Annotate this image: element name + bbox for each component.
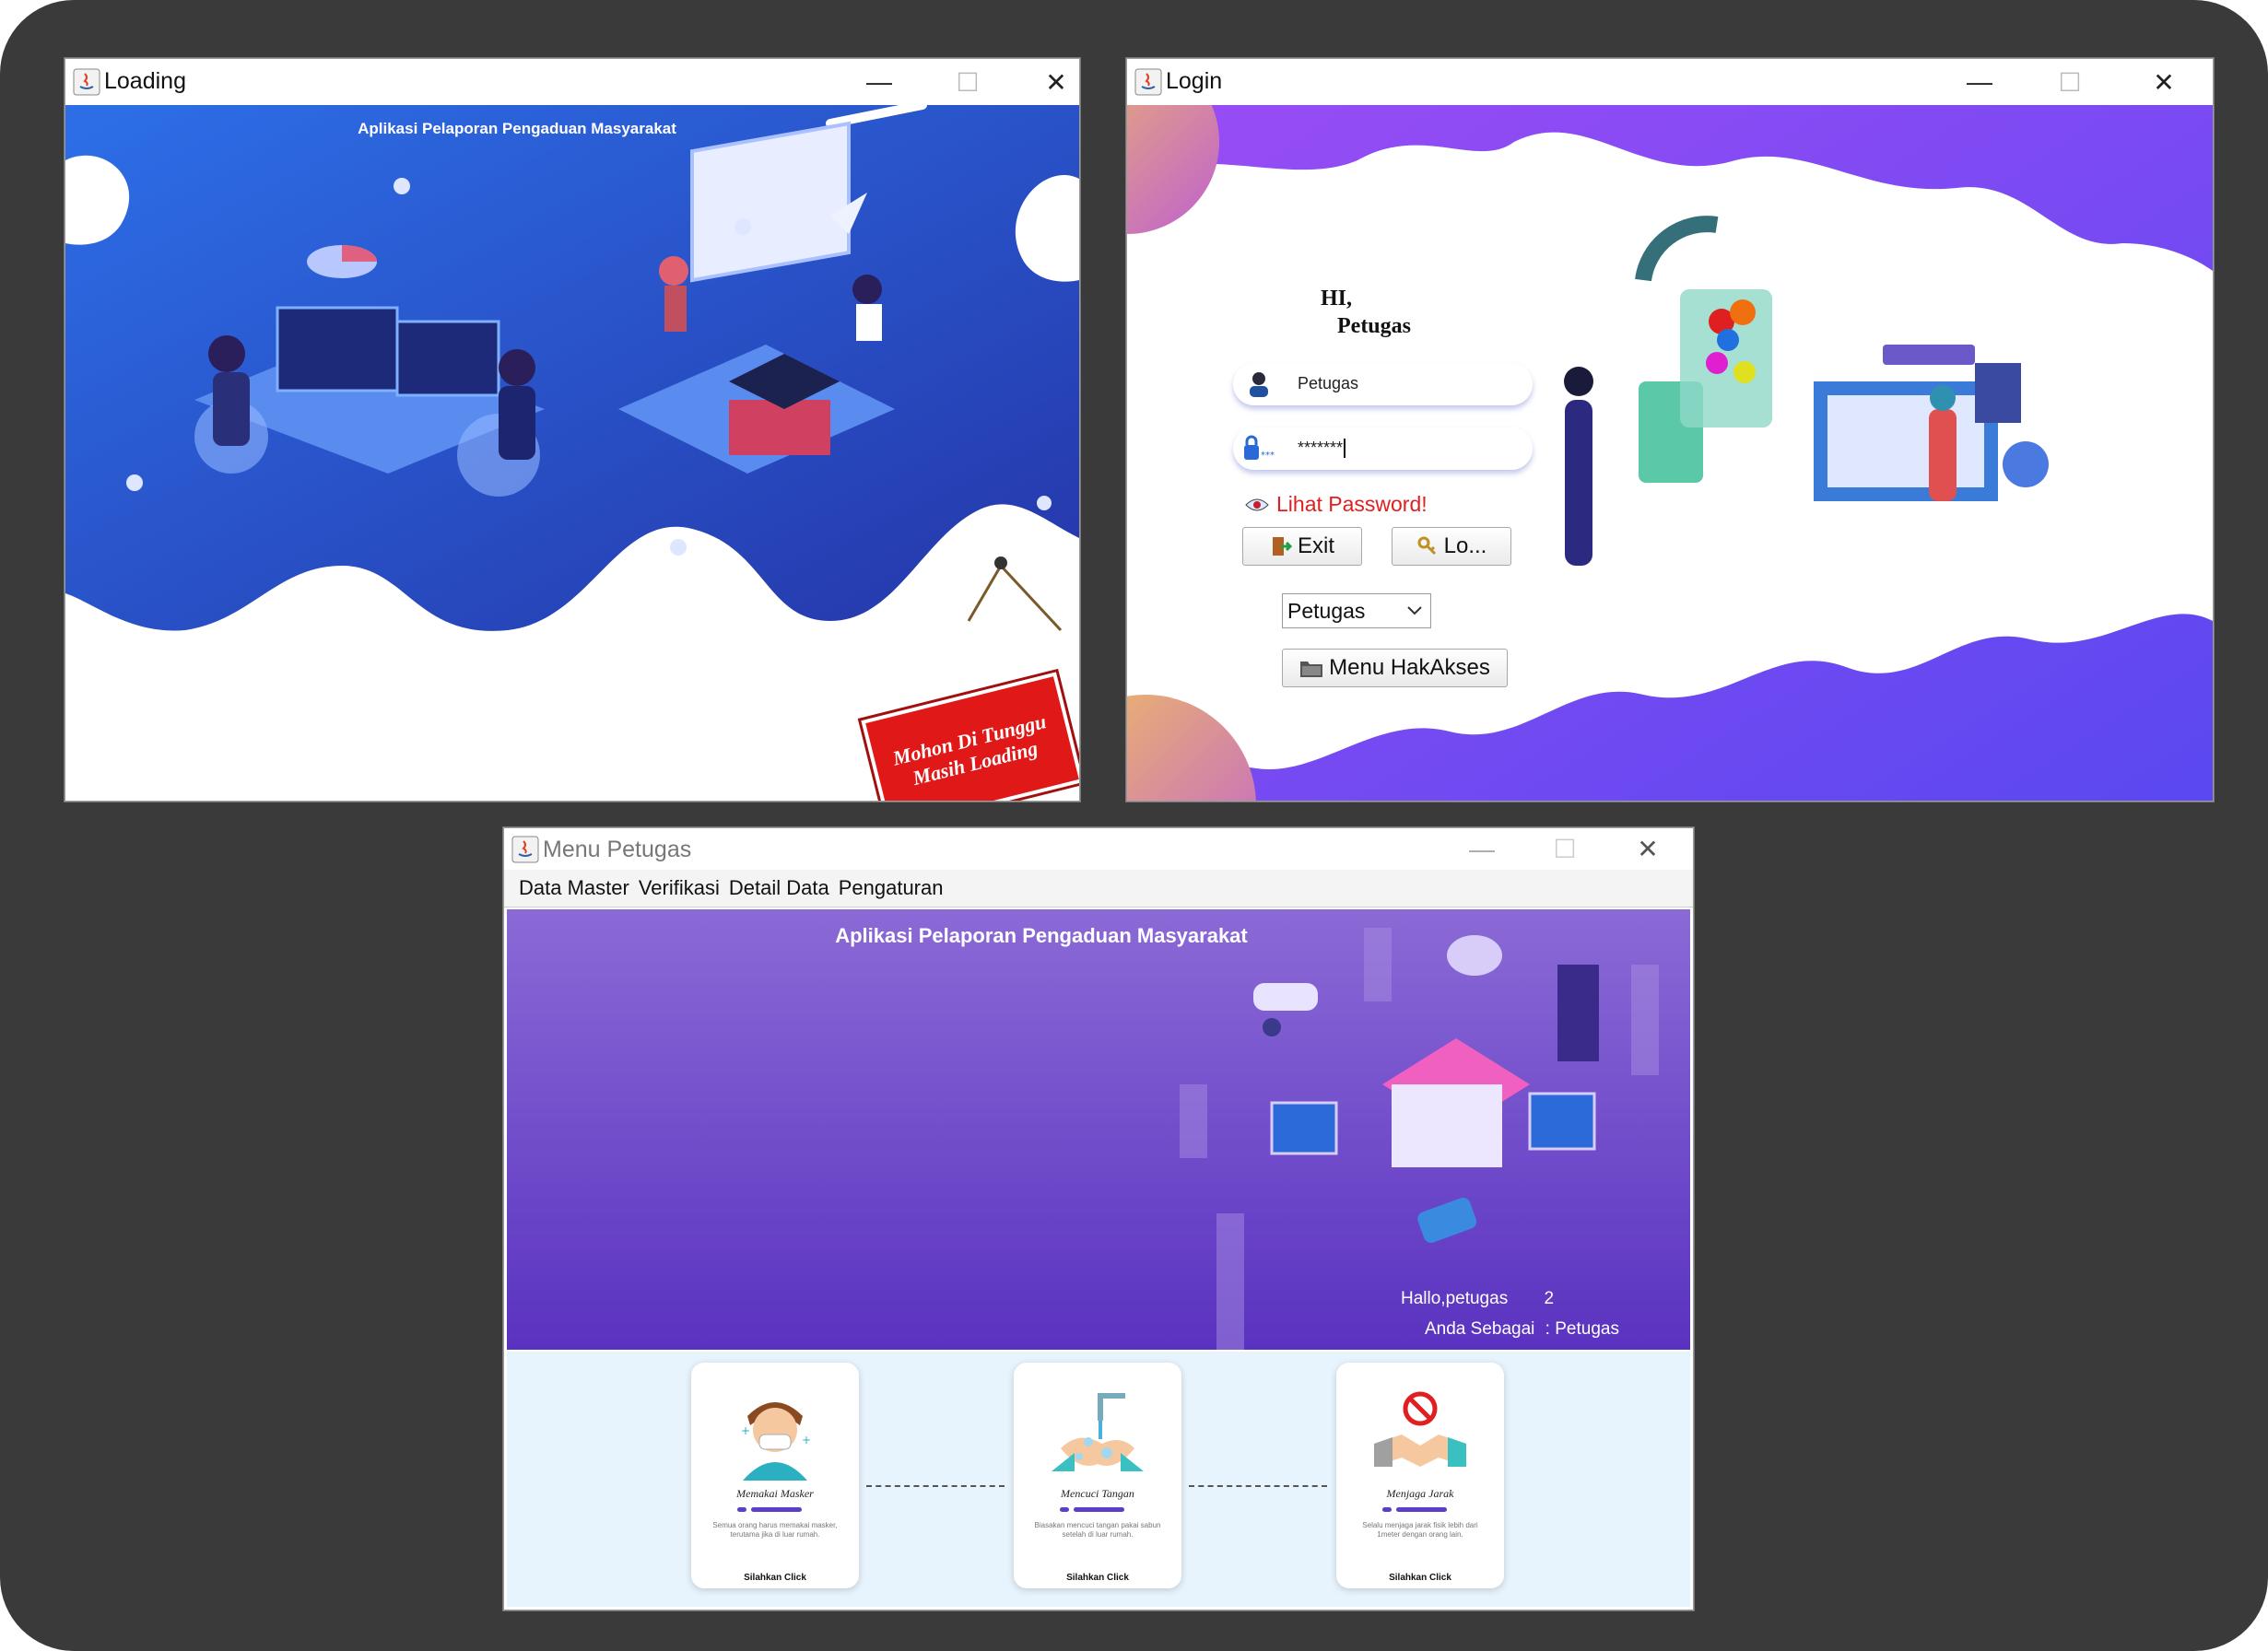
maximize-button[interactable]: ☐ [926,59,1009,105]
username-input[interactable]: Petugas [1298,374,1358,393]
minimize-button[interactable]: — [1440,828,1523,870]
role-label: Anda Sebagai [1425,1319,1535,1339]
show-password-label: Lihat Password! [1276,492,1428,516]
window-title: Loading [104,68,186,94]
loading-window: Loading — ☐ ✕ Aplikasi Pelaporan Pengadu… [65,58,1080,802]
card-divider [1074,1507,1124,1512]
hello-line: Hallo,petugas 2 [1401,1289,1554,1309]
smart-home-illustration [1180,928,1659,1350]
card-description: Biasakan mencuci tangan pakai sabun sete… [1034,1521,1161,1539]
window-title: Login [1166,68,1223,94]
password-input[interactable]: ******* [1298,439,1346,458]
hakakses-button[interactable]: Menu HakAkses [1282,649,1508,687]
hello-count: 2 [1544,1289,1555,1308]
card-description: Semua orang harus memakai masker, teruta… [712,1521,838,1539]
role-line: Anda Sebagai : Petugas [1425,1319,1619,1340]
login-label: Lo... [1443,533,1487,558]
greeting-line-1: HI, [1321,287,1353,310]
card-divider [1396,1507,1447,1512]
titlebar: Loading — ☐ ✕ [65,59,1079,105]
password-field[interactable]: *** ******* [1233,427,1533,470]
menu-pengaturan[interactable]: Pengaturan [839,876,944,900]
login-button[interactable]: Lo... [1392,527,1511,566]
java-icon [511,836,539,863]
tips-panel: + + Memakai Masker Semua orang harus mem… [507,1352,1690,1607]
exit-label: Exit [1297,533,1334,558]
folder-icon [1300,662,1323,677]
loading-background [65,105,1079,801]
eye-icon [1245,498,1269,510]
exit-door-icon [1272,537,1292,556]
loading-content: Aplikasi Pelaporan Pengaduan Masyarakat … [65,105,1079,801]
card-action[interactable]: Silahkan Click [1336,1573,1504,1583]
titlebar: Login — ☐ ✕ [1127,59,2213,105]
hello-label: Hallo,petugas [1401,1289,1509,1308]
role-value: : Petugas [1545,1319,1619,1339]
card-divider [737,1507,746,1512]
card-action[interactable]: Silahkan Click [691,1573,859,1583]
lock-icon: *** [1244,435,1275,461]
card-description: Selalu menjaga jarak fisik lebih dari 1m… [1362,1521,1478,1539]
maximize-button[interactable]: ☐ [2028,59,2111,105]
card-divider [1382,1507,1392,1512]
hand-washing-icon [1052,1393,1144,1471]
login-content: HI, Petugas Petugas *** ******* Lihat Pa… [1127,105,2213,801]
show-password-toggle[interactable]: Lihat Password! [1245,492,1428,517]
connector-line [1189,1485,1327,1487]
menu-data-master[interactable]: Data Master [519,876,629,900]
svg-text:+: + [741,1424,750,1437]
card-title: Menjaga Jarak [1386,1487,1454,1500]
close-button[interactable]: ✕ [2122,59,2205,105]
card-title: Memakai Masker [736,1487,814,1500]
menu-detail-data[interactable]: Detail Data [729,876,829,900]
mask-person-icon: + + [741,1402,811,1481]
close-button[interactable]: ✕ [1015,59,1079,105]
svg-text:***: *** [1261,451,1275,461]
user-icon [1250,372,1268,397]
java-icon [73,68,100,96]
card-title: Mencuci Tangan [1061,1487,1134,1500]
card-menjaga-jarak[interactable]: Menjaga Jarak Selalu menjaga jarak fisik… [1336,1363,1504,1588]
key-icon [1417,536,1436,556]
maximize-button[interactable]: ☐ [1523,828,1606,870]
loading-app-title: Aplikasi Pelaporan Pengaduan Masyarakat [358,120,676,137]
svg-text:+: + [802,1434,811,1446]
greeting: HI, Petugas [1321,285,1411,340]
minimize-button[interactable]: — [1938,59,2021,105]
chevron-down-icon [1407,606,1422,615]
card-divider [751,1507,802,1512]
card-mencuci-tangan[interactable]: Mencuci Tangan Biasakan mencuci tangan p… [1014,1363,1181,1588]
window-title: Menu Petugas [543,837,692,862]
role-select-value: Petugas [1287,599,1366,623]
hakakses-label: Menu HakAkses [1329,655,1490,680]
titlebar: Menu Petugas — ☐ ✕ [504,828,1693,870]
login-window: Login — ☐ ✕ HI, Petugas Petugas *** ****… [1126,58,2214,802]
card-memakai-masker[interactable]: + + Memakai Masker Semua orang harus mem… [691,1363,859,1588]
minimize-button[interactable]: — [838,59,921,105]
card-divider [1060,1507,1069,1512]
exit-button[interactable]: Exit [1242,527,1362,566]
menubar: Data Master Verifikasi Detail Data Penga… [504,870,1693,907]
role-select[interactable]: Petugas [1282,593,1431,628]
menu-verifikasi[interactable]: Verifikasi [639,876,720,900]
greeting-line-2: Petugas [1337,314,1411,338]
menu-app-title: Aplikasi Pelaporan Pengaduan Masyarakat [835,924,1248,947]
connector-line [866,1485,1005,1487]
menu-header: Aplikasi Pelaporan Pengaduan Masyarakat … [507,909,1690,1350]
no-handshake-icon [1374,1391,1466,1467]
card-action[interactable]: Silahkan Click [1014,1573,1181,1583]
java-icon [1134,68,1162,96]
close-button[interactable]: ✕ [1606,828,1689,870]
menu-window: Menu Petugas — ☐ ✕ Data Master Verifikas… [503,827,1694,1610]
username-field[interactable]: Petugas [1233,363,1533,405]
